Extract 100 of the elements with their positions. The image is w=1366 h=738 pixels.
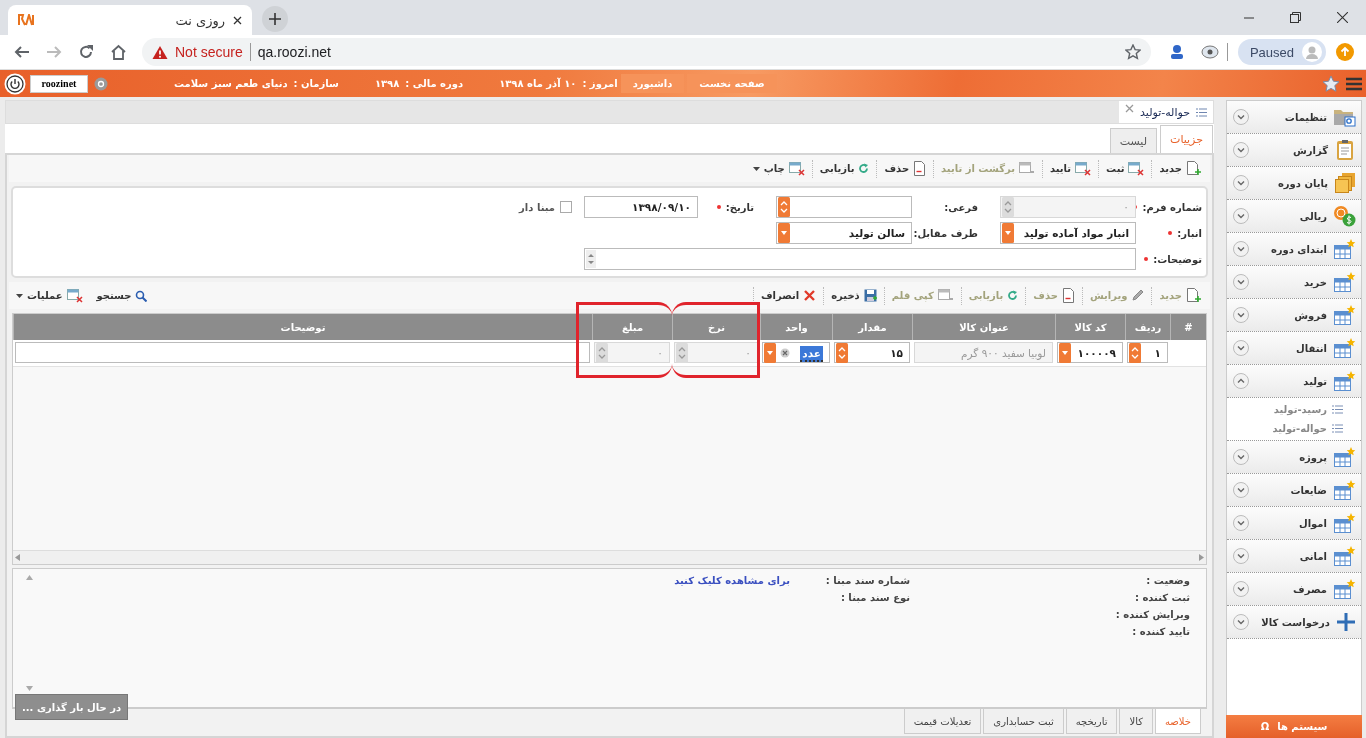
- info-label: تایید کننده :: [1132, 626, 1190, 637]
- sidebar-item[interactable]: فروش: [1227, 299, 1361, 332]
- text-field[interactable]: ۱۳۹۸/۰۹/۱۰: [584, 196, 698, 218]
- header-label: امروز :: [582, 78, 618, 89]
- dropdown-field[interactable]: عدد: [762, 342, 830, 363]
- toolbar-button[interactable]: تایید: [1041, 159, 1099, 178]
- form-icon: [1128, 161, 1145, 176]
- sidebar-subitem[interactable]: رسید-تولید: [1227, 400, 1361, 419]
- warning-icon: [152, 44, 168, 60]
- sidebar-item[interactable]: مصرف: [1227, 573, 1361, 606]
- menu-button[interactable]: [1346, 76, 1362, 91]
- spinner-icon: [1002, 197, 1014, 217]
- toolbar-button[interactable]: انصراف: [752, 286, 824, 305]
- form-icon: [1018, 161, 1035, 176]
- sidebar-item[interactable]: گزارش: [1227, 134, 1361, 167]
- clipboard-icon: [1334, 139, 1356, 161]
- vertical-scrollbar[interactable]: [23, 575, 36, 691]
- sidebar-item[interactable]: اموال: [1227, 507, 1361, 540]
- dropdown-field[interactable]: انبار مواد آماده تولید: [1000, 222, 1136, 244]
- extension-icon[interactable]: [1169, 44, 1186, 60]
- form-icon: [1075, 161, 1092, 176]
- field-label: فرعی:: [944, 201, 978, 213]
- new-tab-button[interactable]: [262, 6, 288, 32]
- power-icon: [4, 72, 26, 95]
- cancel-icon: [803, 289, 817, 302]
- header-label: دوره مالی :: [405, 78, 464, 89]
- table-icon: [1333, 370, 1356, 392]
- info-label: ثبت کننده :: [1134, 592, 1190, 603]
- caret-icon: [778, 223, 790, 243]
- toolbar-button[interactable]: بازیابی: [811, 159, 877, 178]
- tab[interactable]: کالا: [1119, 709, 1153, 734]
- toolbar-button[interactable]: جستجو: [89, 286, 155, 305]
- arrow-left-icon: [15, 554, 20, 561]
- number-field[interactable]: ۱۵: [834, 342, 910, 363]
- user-name-field[interactable]: roozinet: [30, 74, 88, 93]
- dropdown-field[interactable]: سالن تولید: [776, 222, 912, 244]
- loading-indicator: در حال بار گذاری ...: [15, 694, 129, 720]
- star-icon[interactable]: [1124, 44, 1141, 60]
- link[interactable]: برای مشاهده کلیک کنید: [674, 575, 790, 586]
- tab[interactable]: ثبت حسابداری: [983, 709, 1064, 734]
- tab[interactable]: تعدیلات قیمت: [903, 709, 982, 734]
- horizontal-scrollbar[interactable]: [13, 550, 1206, 564]
- header-value: دنیای طعم سبز سلامت: [174, 78, 288, 89]
- update-icon[interactable]: [1336, 43, 1354, 61]
- extension-icon[interactable]: [1201, 45, 1220, 59]
- sidebar-item[interactable]: پایان دوره: [1227, 167, 1361, 200]
- list-icon: [1196, 107, 1207, 117]
- forward-arrow-icon: [46, 44, 62, 60]
- info-label: نوع سند مبنا :: [840, 592, 910, 603]
- sidebar-item[interactable]: ابتدای دوره: [1227, 233, 1361, 266]
- toolbar-button[interactable]: جدید: [1151, 159, 1208, 178]
- star-icon: [1322, 74, 1340, 93]
- dropdown-field[interactable]: ۱۰۰۰۰۹: [1057, 342, 1123, 363]
- close-icon[interactable]: [233, 15, 242, 25]
- sidebar-item[interactable]: درخواست کالا: [1227, 606, 1361, 639]
- field-label: توضیحات:: [1153, 253, 1202, 265]
- field-label: طرف مقابل:: [913, 227, 978, 239]
- sidebar-item[interactable]: تولید: [1227, 365, 1361, 398]
- new-document-icon: [1186, 161, 1201, 176]
- table-icon: [1333, 512, 1356, 534]
- toolbar-button[interactable]: حذف: [876, 159, 934, 178]
- caret-icon: [752, 166, 760, 171]
- sidebar-item[interactable]: خرید: [1227, 266, 1361, 299]
- number-field[interactable]: ۱: [1127, 342, 1168, 363]
- sidebar-item[interactable]: پروژه: [1227, 441, 1361, 474]
- address-bar[interactable]: Not secure qa.roozi.net: [142, 38, 1151, 66]
- caret-icon: [16, 293, 23, 298]
- sidebar-item[interactable]: انتقال: [1227, 332, 1361, 365]
- info-label: وضعیت :: [1146, 575, 1190, 586]
- tab[interactable]: تاریخچه: [1065, 709, 1118, 734]
- table-icon: [1333, 479, 1356, 501]
- sidebar-item[interactable]: امانی: [1227, 540, 1361, 573]
- power-button[interactable]: [4, 72, 26, 95]
- toolbar-button[interactable]: چاپ: [745, 159, 812, 178]
- sidebar-item[interactable]: ریالی: [1227, 200, 1361, 233]
- toolbar-button[interactable]: ثبت: [1098, 159, 1152, 178]
- sidebar-item[interactable]: ضایعات: [1227, 474, 1361, 507]
- menu-icon: [1346, 76, 1362, 91]
- form-icon: [788, 161, 805, 176]
- checkbox[interactable]: [560, 201, 572, 213]
- tab[interactable]: لیست: [1109, 128, 1158, 153]
- sidebar-item[interactable]: تنظیمات: [1227, 101, 1361, 134]
- tab[interactable]: خلاصه: [1155, 709, 1201, 734]
- document-tab[interactable]: حواله-تولید: [1119, 101, 1213, 123]
- toolbar-button[interactable]: ذخیره: [823, 286, 884, 305]
- text-area[interactable]: [584, 248, 1136, 270]
- settings-icon: [94, 76, 108, 91]
- spinner-icon: [586, 250, 596, 268]
- text-field[interactable]: [15, 342, 590, 363]
- table-icon: [1333, 446, 1356, 468]
- profile-button[interactable]: Paused: [1237, 39, 1326, 65]
- sidebar-subitem[interactable]: حواله-تولید: [1227, 419, 1361, 438]
- header-label: سازمان :: [293, 78, 339, 89]
- toolbar-button[interactable]: عملیات: [9, 286, 90, 305]
- coins-icon: [1333, 205, 1356, 227]
- favorite-button[interactable]: [1322, 74, 1340, 93]
- header-value: ۱۰ آذر ماه ۱۳۹۸: [499, 78, 577, 89]
- settings-button[interactable]: [94, 76, 108, 91]
- field-label: تاریخ:: [725, 201, 754, 213]
- number-field[interactable]: [776, 196, 912, 218]
